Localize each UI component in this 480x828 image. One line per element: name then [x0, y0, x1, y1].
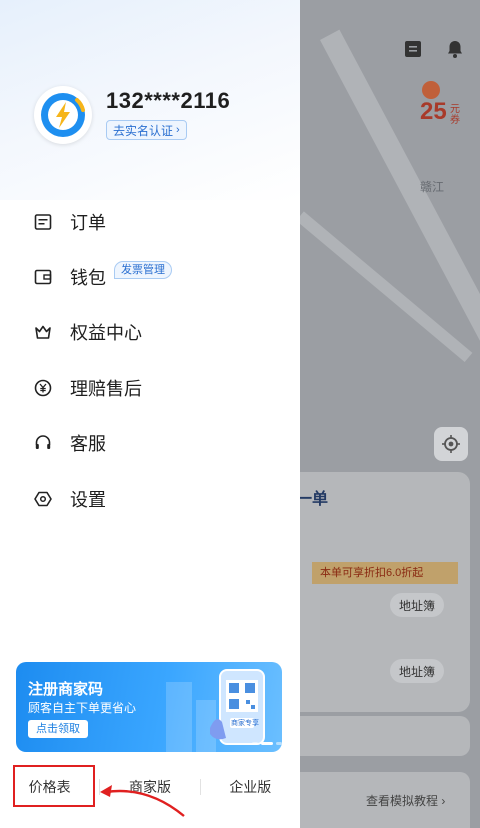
- phone-number: 132****2116: [106, 88, 231, 113]
- enterprise-edition-link[interactable]: 企业版: [201, 777, 300, 797]
- verify-identity-button[interactable]: 去实名认证 ›: [106, 120, 187, 140]
- menu-item-claims[interactable]: 理赔售后: [32, 360, 282, 415]
- panel-card: [282, 716, 470, 756]
- settings-icon: [32, 488, 54, 510]
- claim-button[interactable]: 点击领取: [28, 720, 88, 738]
- arrow-annotation-icon: [100, 785, 185, 817]
- address-book-button[interactable]: 地址簿: [390, 593, 444, 617]
- coupon-badge[interactable]: 25 元券: [418, 80, 472, 128]
- top-icons: [402, 38, 466, 60]
- lightning-logo-icon: [41, 93, 85, 137]
- tutorial-link[interactable]: 查看模拟教程 ›: [366, 792, 445, 809]
- bell-icon[interactable]: [444, 38, 466, 60]
- order-panel-title: 一单: [296, 491, 329, 508]
- map-city-label: 赣江: [420, 180, 445, 194]
- menu-item-customer-service[interactable]: 客服: [32, 416, 282, 471]
- locate-button[interactable]: [434, 427, 468, 461]
- carousel-indicator: [252, 742, 282, 745]
- menu-item-label: 设置: [70, 489, 106, 510]
- phone-qr-illustration: [210, 669, 265, 745]
- wallet-icon: [32, 266, 54, 288]
- menu-item-label: 权益中心: [70, 323, 142, 344]
- user-profile[interactable]: 132****2116 去实名认证 ›: [34, 86, 230, 144]
- discount-banner: 本单可享折扣6.0折起: [312, 562, 458, 584]
- crown-icon: [32, 321, 54, 343]
- crosshair-icon: [442, 435, 460, 453]
- menu-item-settings[interactable]: 设置: [32, 471, 282, 526]
- note-icon[interactable]: [402, 38, 424, 60]
- merchant-code-banner[interactable]: 注册商家码 顾客自主下单更省心 点击领取 商家专享: [16, 662, 282, 752]
- menu-item-orders[interactable]: 订单: [32, 194, 282, 249]
- avatar[interactable]: [34, 86, 92, 144]
- side-drawer: 132****2116 去实名认证 › 订单 钱包 发票管理 权益中心 理赔售后…: [0, 0, 300, 828]
- banner-title: 注册商家码: [28, 681, 104, 698]
- gift-icon: [422, 81, 440, 99]
- coupon-amount: 25: [420, 98, 447, 125]
- drawer-menu: 订单 钱包 发票管理 权益中心 理赔售后 客服 设置: [32, 194, 282, 526]
- menu-item-wallet[interactable]: 钱包 发票管理: [32, 249, 282, 304]
- coupon-unit: 元券: [450, 104, 460, 126]
- headset-icon: [32, 432, 54, 454]
- highlight-box: [13, 765, 95, 807]
- yen-circle-icon: [32, 377, 54, 399]
- menu-item-label: 客服: [70, 434, 106, 455]
- building-decoration: [166, 682, 192, 752]
- address-book-button[interactable]: 地址簿: [390, 659, 444, 683]
- menu-item-label: 订单: [70, 212, 106, 233]
- banner-subtitle: 顾客自主下单更省心: [28, 701, 137, 715]
- menu-item-label: 钱包: [70, 268, 106, 289]
- phone-badge-text: 商家专享: [231, 720, 259, 727]
- invoice-management-badge[interactable]: 发票管理: [114, 261, 172, 280]
- verify-label: 去实名认证: [113, 123, 174, 138]
- chevron-right-icon: ›: [176, 124, 180, 136]
- menu-item-benefits[interactable]: 权益中心: [32, 305, 282, 360]
- menu-item-label: 理赔售后: [70, 378, 142, 399]
- order-icon: [32, 211, 54, 233]
